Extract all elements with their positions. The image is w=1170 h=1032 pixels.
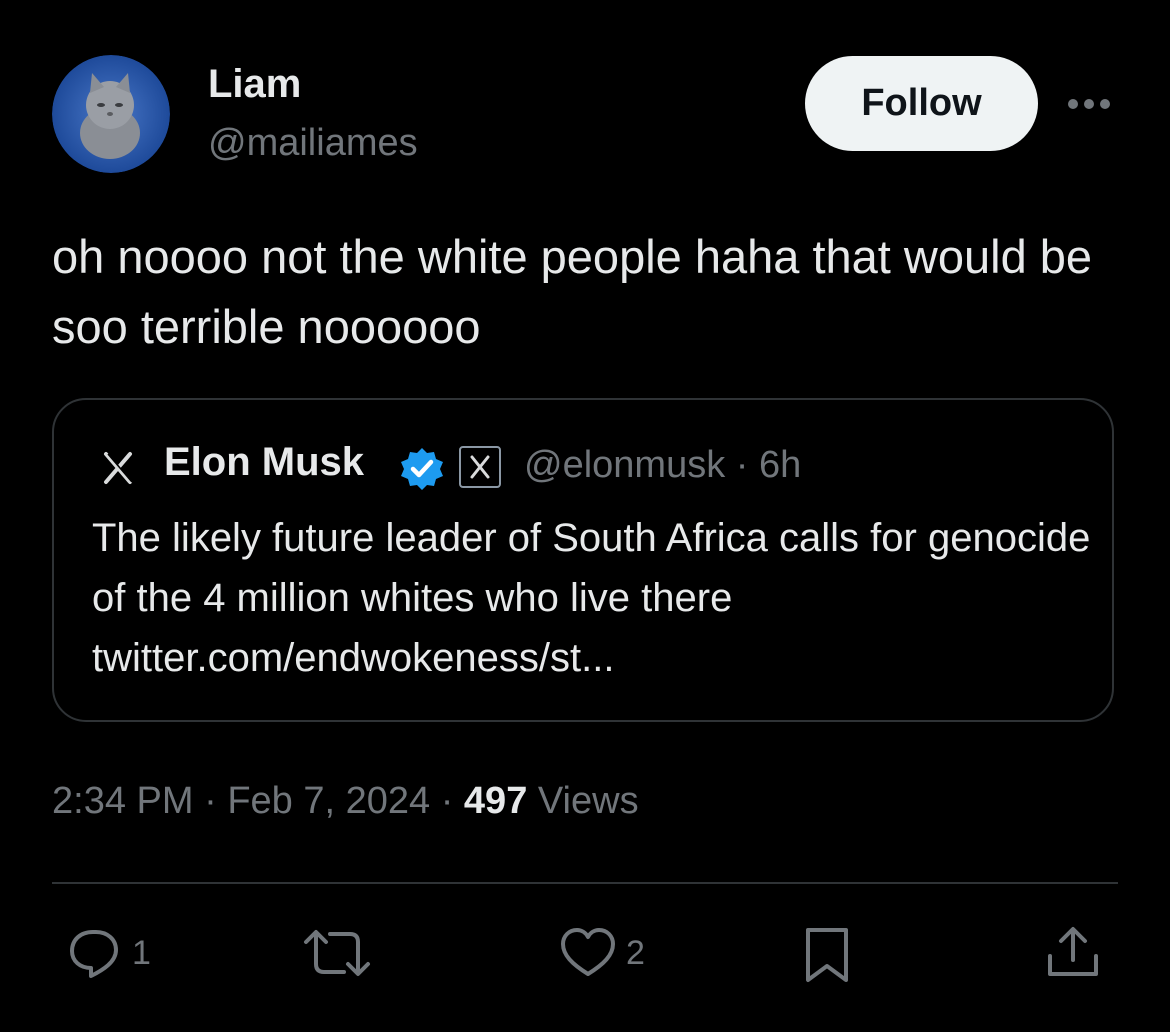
tweet-time[interactable]: 2:34 PM xyxy=(52,780,194,822)
share-button[interactable] xyxy=(1044,924,1102,982)
more-horizontal-icon[interactable] xyxy=(1066,95,1112,113)
meta-separator: · xyxy=(440,780,454,822)
cat-avatar xyxy=(52,55,170,173)
bookmark-icon xyxy=(806,928,848,982)
follow-button[interactable]: Follow xyxy=(805,56,1038,151)
reply-count: 1 xyxy=(132,933,151,972)
retweet-button[interactable] xyxy=(300,924,374,982)
author-handle[interactable]: @mailiames xyxy=(208,122,418,165)
x-affiliation-badge-icon xyxy=(459,446,501,488)
divider xyxy=(52,882,1118,884)
meta-separator: · xyxy=(204,780,217,822)
quote-handle-time: @elonmusk · 6h xyxy=(524,444,802,486)
share-icon xyxy=(1048,927,1098,976)
verified-badge-icon xyxy=(401,448,443,490)
reply-icon xyxy=(70,930,118,978)
quote-author-avatar xyxy=(96,446,140,490)
quoted-tweet-card[interactable]: Elon Musk @elonmusk · 6h The likely futu… xyxy=(52,398,1114,722)
views-label: Views xyxy=(537,780,639,822)
quote-author-name: Elon Musk xyxy=(164,440,365,484)
quote-text: The likely future leader of South Africa… xyxy=(92,516,1091,680)
like-button[interactable]: 2 xyxy=(558,924,645,982)
author-avatar[interactable] xyxy=(52,55,170,173)
like-count: 2 xyxy=(626,933,645,972)
tweet-meta: 2:34 PM · Feb 7, 2024 · 497 Views xyxy=(52,780,639,823)
author-display-name[interactable]: Liam xyxy=(208,62,301,107)
x-logo-icon xyxy=(104,452,133,484)
views-count: 497 xyxy=(463,780,528,822)
tweet-text: oh noooo not the white people haha that … xyxy=(52,230,1093,353)
retweet-icon xyxy=(304,930,370,976)
reply-button[interactable]: 1 xyxy=(66,924,151,982)
bookmark-button[interactable] xyxy=(800,924,854,986)
tweet-date[interactable]: Feb 7, 2024 xyxy=(227,780,430,822)
heart-icon xyxy=(561,928,615,976)
